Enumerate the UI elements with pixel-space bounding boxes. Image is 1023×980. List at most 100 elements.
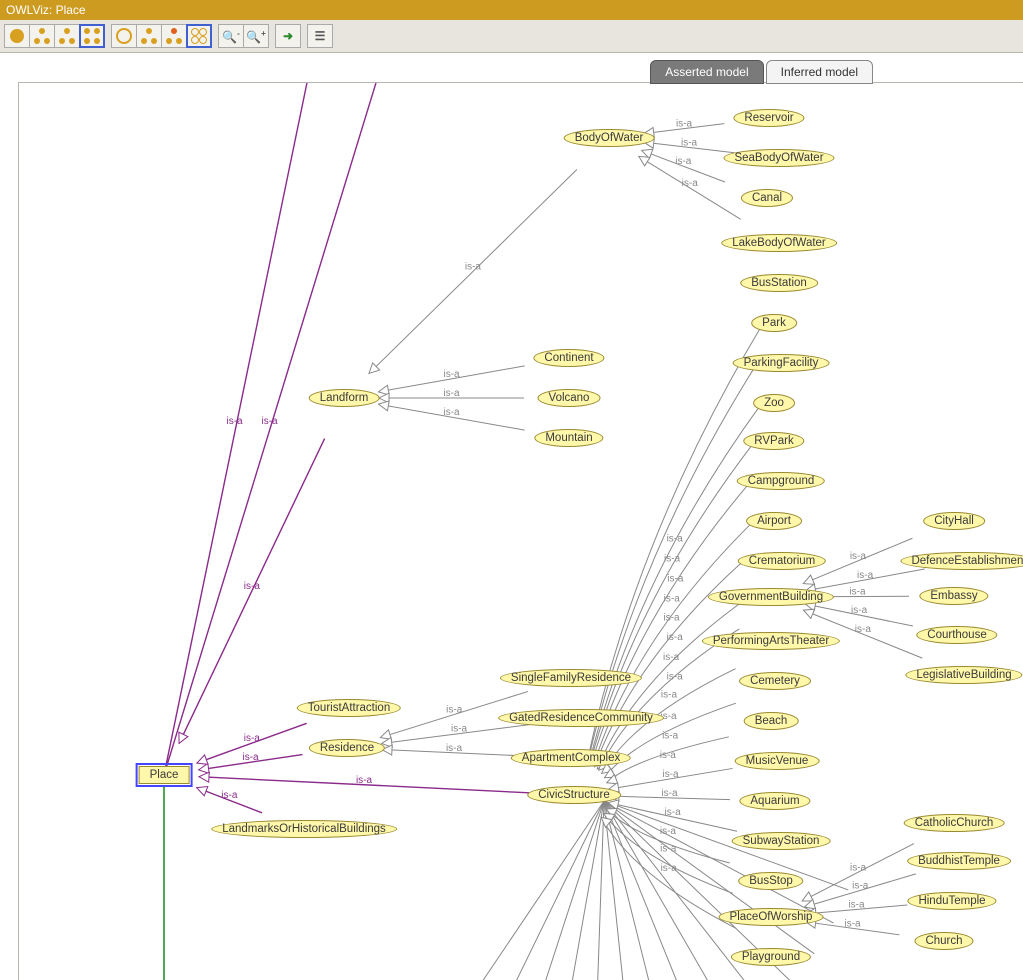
node-SubwayStation[interactable]: SubwayStation [732, 832, 831, 850]
svg-text:is-a: is-a [663, 769, 680, 780]
tab-inferred[interactable]: Inferred model [766, 60, 873, 84]
node-CityHall[interactable]: CityHall [923, 512, 985, 530]
node-PerformingArtsTheater[interactable]: PerformingArtsTheater [702, 632, 840, 650]
tb-zoom-out[interactable]: 🔍- [218, 24, 244, 48]
node-Place[interactable]: Place [139, 766, 190, 784]
node-Crematorium[interactable]: Crematorium [738, 552, 826, 570]
svg-text:is-a: is-a [852, 880, 869, 891]
node-LandmarksOrHistoricalBuildings[interactable]: LandmarksOrHistoricalBuildings [211, 820, 397, 838]
svg-text:is-a: is-a [444, 369, 461, 380]
node-Landform[interactable]: Landform [309, 389, 380, 407]
node-LakeBodyOfWater[interactable]: LakeBodyOfWater [721, 234, 837, 252]
node-Cemetery[interactable]: Cemetery [739, 672, 811, 690]
node-LegislativeBuilding[interactable]: LegislativeBuilding [905, 666, 1022, 684]
node-Embassy[interactable]: Embassy [919, 587, 988, 605]
tb-options[interactable]: ☰ [307, 24, 333, 48]
node-HinduTemple[interactable]: HinduTemple [907, 892, 996, 910]
svg-text:is-a: is-a [356, 775, 373, 786]
node-DefenceEstablishment[interactable]: DefenceEstablishment [900, 552, 1023, 570]
node-Zoo[interactable]: Zoo [753, 394, 795, 412]
svg-text:is-a: is-a [851, 605, 868, 616]
tb-show-selected[interactable] [4, 24, 30, 48]
node-GovernmentBuilding[interactable]: GovernmentBuilding [708, 588, 834, 606]
circle-solid-icon [10, 29, 24, 43]
node-BusStation[interactable]: BusStation [740, 274, 818, 292]
tab-asserted[interactable]: Asserted model [650, 60, 763, 84]
node-Volcano[interactable]: Volcano [538, 389, 601, 407]
svg-text:is-a: is-a [660, 826, 677, 837]
node-Park[interactable]: Park [751, 314, 797, 332]
node-Playground[interactable]: Playground [731, 948, 811, 966]
node-Church[interactable]: Church [914, 932, 973, 950]
circle-outline-icon [116, 28, 132, 44]
tb-hide-selected[interactable] [111, 24, 137, 48]
node-Mountain[interactable]: Mountain [534, 429, 603, 447]
svg-text:is-a: is-a [664, 554, 681, 565]
tree-hide-icon [141, 28, 157, 44]
toolbar: 🔍- 🔍+ ➜ ☰ [0, 20, 1023, 53]
svg-text:is-a: is-a [446, 704, 463, 715]
node-Continent[interactable]: Continent [533, 349, 604, 367]
svg-text:is-a: is-a [675, 156, 692, 167]
node-CatholicChurch[interactable]: CatholicChurch [904, 814, 1005, 832]
svg-text:is-a: is-a [660, 843, 677, 854]
tree-down-icon [34, 28, 50, 44]
svg-text:is-a: is-a [848, 899, 865, 910]
svg-text:is-a: is-a [244, 733, 261, 744]
node-Airport[interactable]: Airport [746, 512, 802, 530]
tb-zoom-in[interactable]: 🔍+ [243, 24, 269, 48]
node-Residence[interactable]: Residence [309, 739, 385, 757]
svg-text:is-a: is-a [682, 178, 699, 189]
svg-text:is-a: is-a [227, 416, 244, 427]
node-Campground[interactable]: Campground [737, 472, 825, 490]
zoom-in-icon: 🔍+ [246, 29, 266, 44]
zoom-out-icon: 🔍- [222, 29, 240, 44]
node-SeaBodyOfWater[interactable]: SeaBodyOfWater [723, 149, 834, 167]
svg-text:is-a: is-a [244, 581, 261, 592]
node-BuddhistTemple[interactable]: BuddhistTemple [907, 852, 1011, 870]
svg-text:is-a: is-a [660, 750, 677, 761]
svg-text:is-a: is-a [667, 534, 684, 545]
node-GatedResidenceCommunity[interactable]: GatedResidenceCommunity [498, 709, 664, 727]
svg-text:is-a: is-a [857, 570, 874, 581]
tb-hide-all-except[interactable] [161, 24, 187, 48]
svg-text:is-a: is-a [661, 863, 678, 874]
node-BusStop[interactable]: BusStop [738, 872, 803, 890]
tb-export[interactable]: ➜ [275, 24, 301, 48]
node-TouristAttraction[interactable]: TouristAttraction [297, 699, 401, 717]
node-ApartmentComplex[interactable]: ApartmentComplex [511, 749, 631, 767]
svg-text:is-a: is-a [663, 652, 680, 663]
svg-text:is-a: is-a [667, 672, 684, 683]
window-titlebar: OWLViz: Place [0, 0, 1023, 20]
graph-canvas-wrap: is-a is-a is-a is-a is-a is-a is-a is-a is-a is-a… [18, 82, 1023, 980]
node-ParkingFacility[interactable]: ParkingFacility [733, 354, 830, 372]
svg-text:is-a: is-a [667, 632, 684, 643]
node-SingleFamilyResidence[interactable]: SingleFamilyResidence [500, 669, 642, 687]
node-Reservoir[interactable]: Reservoir [733, 109, 804, 127]
node-Beach[interactable]: Beach [744, 712, 799, 730]
svg-text:is-a: is-a [681, 137, 698, 148]
tb-show-subclasses[interactable] [29, 24, 55, 48]
svg-text:is-a: is-a [242, 752, 259, 763]
node-RVPark[interactable]: RVPark [743, 432, 804, 450]
graph-canvas[interactable]: is-a is-a is-a is-a is-a is-a is-a is-a is-a is-a… [19, 83, 1023, 980]
node-MusicVenue[interactable]: MusicVenue [735, 752, 820, 770]
node-BodyOfWater[interactable]: BodyOfWater [564, 129, 655, 147]
svg-text:is-a: is-a [662, 730, 679, 741]
node-PlaceOfWorship[interactable]: PlaceOfWorship [719, 908, 824, 926]
list-icon: ☰ [315, 29, 326, 43]
node-Courthouse[interactable]: Courthouse [916, 626, 997, 644]
tb-hide-all[interactable] [186, 24, 212, 48]
tb-show-all[interactable] [79, 24, 105, 48]
svg-text:is-a: is-a [665, 807, 682, 818]
tb-show-superclasses[interactable] [54, 24, 80, 48]
node-Aquarium[interactable]: Aquarium [739, 792, 810, 810]
svg-text:is-a: is-a [844, 918, 861, 929]
svg-text:is-a: is-a [221, 790, 238, 801]
tb-hide-subclasses[interactable] [136, 24, 162, 48]
svg-text:is-a: is-a [855, 624, 872, 635]
node-CivicStructure[interactable]: CivicStructure [527, 786, 621, 804]
svg-text:is-a: is-a [262, 416, 279, 427]
model-tabs: Asserted model Inferred model [648, 60, 873, 84]
node-Canal[interactable]: Canal [741, 189, 793, 207]
